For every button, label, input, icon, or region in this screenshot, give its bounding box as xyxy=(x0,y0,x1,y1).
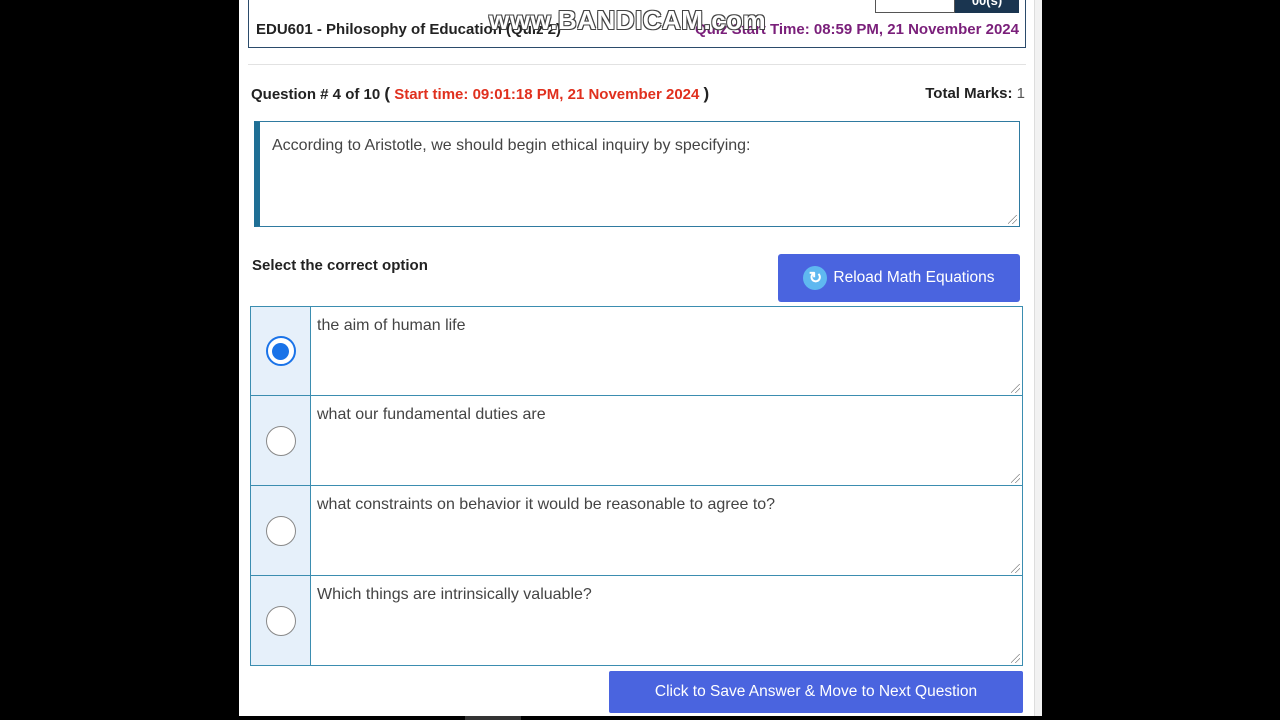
option-text: what our fundamental duties are xyxy=(311,396,1022,485)
question-text-box: According to Aristotle, we should begin … xyxy=(254,121,1020,227)
option-row[interactable]: what constraints on behavior it would be… xyxy=(250,486,1023,576)
option-label: Which things are intrinsically valuable? xyxy=(317,586,592,603)
bandicam-watermark: www.BANDICAM.com xyxy=(489,5,767,35)
option-text: Which things are intrinsically valuable? xyxy=(311,576,1022,665)
option-label: what constraints on behavior it would be… xyxy=(317,496,776,513)
reload-icon: ↻ xyxy=(803,266,828,290)
reload-math-equations-button[interactable]: ↻ Reload Math Equations xyxy=(778,254,1020,302)
select-option-label: Select the correct option xyxy=(252,257,428,274)
timer-box: 00(s) xyxy=(875,0,1019,13)
radio-cell[interactable] xyxy=(251,576,311,665)
radio-cell[interactable] xyxy=(251,486,311,575)
option-text: what constraints on behavior it would be… xyxy=(311,486,1022,575)
resize-grip-icon[interactable] xyxy=(1011,384,1020,393)
radio-icon[interactable] xyxy=(265,336,296,366)
scrollbar-track[interactable] xyxy=(1034,0,1042,716)
save-and-next-button[interactable]: Click to Save Answer & Move to Next Ques… xyxy=(609,671,1023,713)
header-divider xyxy=(248,64,1026,65)
option-label: what our fundamental duties are xyxy=(317,406,546,423)
option-text: the aim of human life xyxy=(311,307,1022,395)
question-header: Question # 4 of 10 ( Start time: 09:01:1… xyxy=(251,84,709,104)
question-number: Question # 4 of 10 xyxy=(251,86,381,103)
resize-grip-icon[interactable] xyxy=(1011,564,1020,573)
quiz-page: 00(s) EDU601 - Philosophy of Education (… xyxy=(239,0,1041,716)
timer-value: 00(s) xyxy=(955,0,1019,13)
option-row[interactable]: what our fundamental duties are xyxy=(250,396,1023,486)
radio-cell[interactable] xyxy=(251,396,311,485)
answer-options: the aim of human life what our fundament… xyxy=(250,306,1023,666)
taskbar-indicator xyxy=(465,716,521,720)
radio-icon[interactable] xyxy=(265,425,296,456)
resize-grip-icon[interactable] xyxy=(1011,654,1020,663)
option-label: the aim of human life xyxy=(317,317,466,334)
open-paren: ( xyxy=(384,84,391,103)
radio-icon[interactable] xyxy=(265,605,296,636)
close-paren: ) xyxy=(703,84,710,103)
radio-icon[interactable] xyxy=(265,515,296,546)
option-row[interactable]: the aim of human life xyxy=(250,306,1023,396)
timer-field xyxy=(875,0,955,13)
question-text: According to Aristotle, we should begin … xyxy=(272,137,751,154)
total-marks-label: Total Marks: xyxy=(925,85,1013,102)
radio-dot-icon xyxy=(272,342,289,360)
total-marks: Total Marks: 1 xyxy=(925,85,1025,102)
resize-grip-icon[interactable] xyxy=(1011,474,1020,483)
radio-cell[interactable] xyxy=(251,307,311,395)
total-marks-value: 1 xyxy=(1016,85,1025,102)
resize-grip-icon[interactable] xyxy=(1008,215,1017,224)
reload-button-label: Reload Math Equations xyxy=(833,269,995,286)
option-row[interactable]: Which things are intrinsically valuable? xyxy=(250,576,1023,666)
question-start-time: Start time: 09:01:18 PM, 21 November 202… xyxy=(394,86,700,103)
